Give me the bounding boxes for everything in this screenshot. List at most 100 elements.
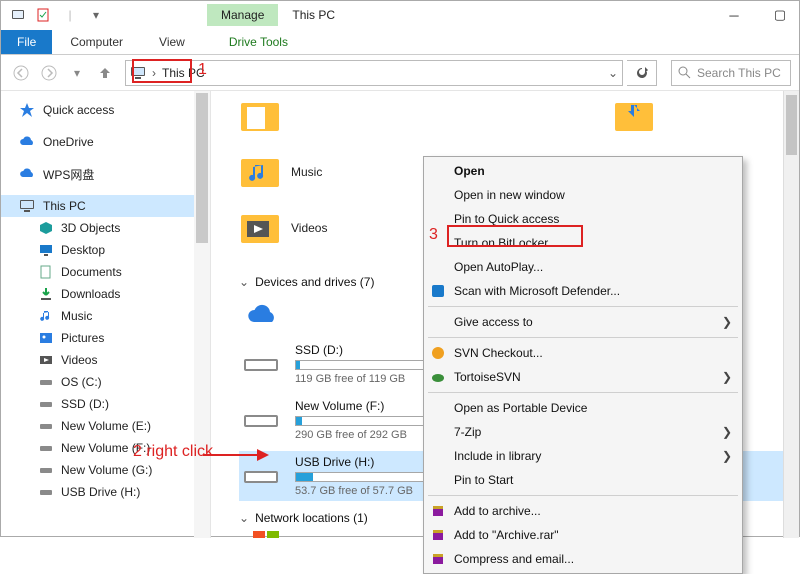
ctx-item-pin-to-start[interactable]: Pin to Start [424, 468, 742, 492]
content-scrollbar[interactable] [783, 91, 799, 538]
folder-videos-icon [239, 209, 281, 247]
ctx-item-7zip[interactable]: 7-Zip❯ [424, 420, 742, 444]
section-label: Network locations (1) [255, 511, 368, 525]
sidebar-item-documents[interactable]: Documents [1, 261, 210, 283]
ctx-item-tortoisesvn[interactable]: TortoiseSVN❯ [424, 365, 742, 389]
ctx-item-open-autoplay[interactable]: Open AutoPlay... [424, 255, 742, 279]
sidebar-item-label: Pictures [61, 331, 104, 345]
sidebar-item-pictures[interactable]: Pictures [1, 327, 210, 349]
folder-tile-downloads[interactable] [613, 97, 787, 135]
drive-icon [39, 463, 53, 477]
ctx-item-add-to-archive-rar[interactable]: Add to "Archive.rar" [424, 523, 742, 547]
ctx-label: 7-Zip [454, 425, 481, 439]
sidebar-item-label: Videos [61, 353, 97, 367]
nav-forward-button[interactable] [37, 61, 61, 85]
folder-icon [239, 97, 281, 135]
address-history-dropdown[interactable]: ⌄ [608, 66, 618, 80]
ctx-item-pin-quick-access[interactable]: Pin to Quick access [424, 207, 742, 231]
drive-icon [242, 407, 282, 433]
maximize-button[interactable]: ▢ [767, 3, 793, 27]
ctx-item-turn-on-bitlocker[interactable]: Turn on BitLocker [424, 231, 742, 255]
drive-icon [39, 397, 53, 411]
sidebar-quick-access[interactable]: Quick access [1, 99, 210, 121]
sidebar-item-desktop[interactable]: Desktop [1, 239, 210, 261]
nav-up-button[interactable] [93, 61, 117, 85]
ctx-item-add-to-archive[interactable]: Add to archive... [424, 499, 742, 523]
ctx-label: Turn on BitLocker [454, 236, 548, 250]
drive-icon [39, 419, 53, 433]
folder-tile-documents[interactable] [239, 97, 413, 135]
cube-icon [39, 221, 53, 235]
nav-recent-dropdown[interactable]: ▾ [65, 61, 89, 85]
usb-drive-icon [242, 463, 282, 489]
document-icon [39, 265, 53, 279]
nav-back-button[interactable] [9, 61, 33, 85]
ribbon-tab-computer[interactable]: Computer [52, 30, 141, 54]
ribbon-tab-drive-tools[interactable]: Drive Tools [215, 30, 302, 54]
sidebar-item-3d-objects[interactable]: 3D Objects [1, 217, 210, 239]
sidebar-this-pc[interactable]: This PC [1, 195, 210, 217]
ctx-label: Give access to [454, 315, 533, 329]
sidebar-item-new-volume-e[interactable]: New Volume (E:) [1, 415, 210, 437]
ctx-separator [428, 495, 738, 496]
sidebar-wps[interactable]: WPS网盘 [1, 163, 210, 185]
ctx-item-give-access-to[interactable]: Give access to❯ [424, 310, 742, 334]
chevron-down-icon: ⌄ [239, 511, 249, 525]
ctx-label: Open AutoPlay... [454, 260, 543, 274]
qat-properties-icon[interactable] [33, 4, 55, 26]
ribbon-file-tab[interactable]: File [1, 30, 52, 54]
qat-dropdown-icon[interactable]: ▾ [85, 4, 107, 26]
svn-icon [430, 345, 446, 361]
sidebar-item-videos[interactable]: Videos [1, 349, 210, 371]
ctx-item-scan-defender[interactable]: Scan with Microsoft Defender... [424, 279, 742, 303]
ctx-item-open-as-portable[interactable]: Open as Portable Device [424, 396, 742, 420]
address-segment-this-pc[interactable]: This PC [162, 66, 205, 80]
sidebar-item-downloads[interactable]: Downloads [1, 283, 210, 305]
window-title: This PC [292, 8, 335, 22]
folder-tile-videos[interactable]: Videos [239, 209, 439, 247]
sidebar-item-label: New Volume (E:) [61, 419, 151, 433]
sidebar-item-usb-drive-h[interactable]: USB Drive (H:) [1, 481, 210, 503]
ctx-label: Open in new window [454, 188, 565, 202]
minimize-button[interactable]: ─ [721, 3, 747, 27]
folder-label: Videos [291, 221, 327, 235]
ctx-item-svn-checkout[interactable]: SVN Checkout... [424, 341, 742, 365]
sidebar-item-ssd-d[interactable]: SSD (D:) [1, 393, 210, 415]
sidebar-item-label: SSD (D:) [61, 397, 109, 411]
sidebar-item-music[interactable]: Music [1, 305, 210, 327]
sidebar-item-label: Documents [61, 265, 122, 279]
ctx-label: Pin to Start [454, 473, 513, 487]
pictures-icon [39, 331, 53, 345]
drive-icon [39, 375, 53, 389]
navigation-pane: Quick access OneDrive WPS网盘 This PC 3D O… [1, 91, 211, 538]
sidebar-onedrive[interactable]: OneDrive [1, 131, 210, 153]
drive-usage-bar [295, 360, 435, 370]
ctx-item-compress-and-email[interactable]: Compress and email... [424, 547, 742, 571]
ribbon-tab-view[interactable]: View [141, 30, 203, 54]
sidebar-item-new-volume-g[interactable]: New Volume (G:) [1, 459, 210, 481]
defender-icon [430, 283, 446, 299]
ctx-item-open[interactable]: Open [424, 159, 742, 183]
desktop-icon [39, 243, 53, 257]
sidebar-scrollbar[interactable] [194, 91, 210, 538]
address-chevron-icon[interactable]: › [152, 66, 156, 80]
this-pc-icon [19, 198, 35, 214]
ctx-separator [428, 392, 738, 393]
drive-usage-bar [295, 472, 435, 482]
sidebar-item-new-volume-f[interactable]: New Volume (F:) [1, 437, 210, 459]
address-bar[interactable]: › This PC ⌄ [125, 60, 623, 86]
sidebar-item-label: New Volume (G:) [61, 463, 152, 477]
sidebar-item-label: WPS网盘 [43, 166, 94, 183]
drive-name: SSD (D:) [295, 343, 435, 357]
ctx-item-open-new-window[interactable]: Open in new window [424, 183, 742, 207]
refresh-button[interactable] [627, 60, 657, 86]
drive-subtext: 290 GB free of 292 GB [295, 429, 435, 441]
ctx-label: Compress and email... [454, 552, 574, 566]
sidebar-item-os-c[interactable]: OS (C:) [1, 371, 210, 393]
search-input[interactable]: Search This PC [671, 60, 791, 86]
cloud-icon [242, 302, 282, 328]
ctx-item-include-in-library[interactable]: Include in library❯ [424, 444, 742, 468]
folder-tile-music[interactable]: Music [239, 153, 413, 191]
submenu-arrow-icon: ❯ [722, 370, 732, 384]
drive-usage-bar [295, 416, 435, 426]
